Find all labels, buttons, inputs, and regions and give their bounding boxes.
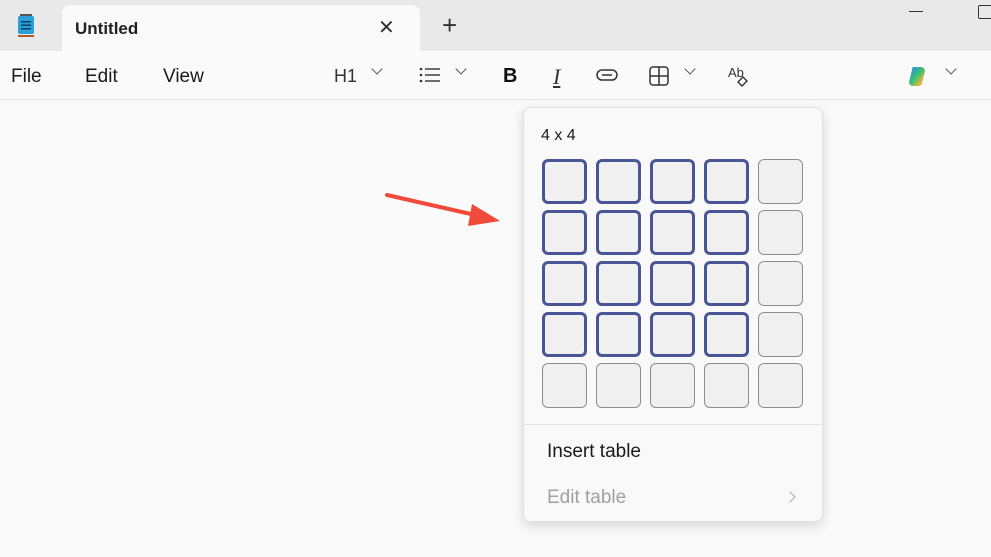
table-grid-cell[interactable] [758, 261, 803, 306]
table-grid-cell[interactable] [704, 210, 749, 255]
divider [524, 424, 822, 425]
table-grid-cell[interactable] [542, 210, 587, 255]
menu-edit[interactable]: Edit [85, 66, 118, 88]
insert-table-menu-item[interactable]: Insert table [547, 441, 641, 463]
bold-button[interactable]: B [503, 65, 517, 88]
heading-button[interactable]: H1 [334, 66, 357, 87]
chevron-down-icon[interactable] [684, 63, 696, 75]
edit-table-menu-item[interactable]: Edit table [547, 487, 626, 509]
table-picker-popup: 4 x 4 Insert table Edit table [523, 107, 823, 522]
table-grid-cell[interactable] [758, 210, 803, 255]
notepad-app-icon [18, 14, 34, 37]
minimize-icon[interactable] [909, 11, 923, 12]
table-grid-cell[interactable] [542, 312, 587, 357]
tab-title: Untitled [75, 19, 139, 38]
new-tab-button[interactable]: + [442, 12, 457, 38]
chevron-down-icon[interactable] [371, 63, 383, 75]
table-grid-cell[interactable] [542, 363, 587, 408]
chevron-down-icon[interactable] [455, 63, 467, 75]
table-grid-cell[interactable] [650, 363, 695, 408]
table-grid-cell[interactable] [758, 312, 803, 357]
table-grid-cell[interactable] [542, 261, 587, 306]
table-grid-cell[interactable] [596, 312, 641, 357]
menu-view[interactable]: View [163, 66, 204, 88]
table-size-label: 4 x 4 [541, 127, 576, 144]
table-grid-cell[interactable] [650, 159, 695, 204]
table-grid-cell[interactable] [596, 261, 641, 306]
table-grid-cell[interactable] [704, 363, 749, 408]
annotation-arrow [385, 193, 500, 226]
close-tab-icon[interactable]: ✕ [378, 15, 395, 40]
table-grid-cell[interactable] [542, 159, 587, 204]
table-grid-cell[interactable] [758, 159, 803, 204]
maximize-icon[interactable] [978, 5, 991, 19]
table-grid-cell[interactable] [650, 312, 695, 357]
table-grid-cell[interactable] [596, 159, 641, 204]
table-grid-cell[interactable] [596, 210, 641, 255]
table-grid-cell[interactable] [596, 363, 641, 408]
table-icon[interactable] [649, 66, 669, 86]
table-grid-cell[interactable] [704, 261, 749, 306]
copilot-icon[interactable] [906, 64, 930, 88]
table-grid-cell[interactable] [704, 159, 749, 204]
spellcheck-icon[interactable]: Ab [728, 64, 752, 88]
menu-file[interactable]: File [11, 66, 42, 88]
table-grid-cell[interactable] [758, 363, 803, 408]
link-icon[interactable] [596, 68, 618, 82]
table-grid-cell[interactable] [650, 210, 695, 255]
chevron-right-icon [784, 491, 796, 503]
list-icon[interactable] [419, 67, 441, 83]
table-grid-cell[interactable] [704, 312, 749, 357]
table-grid-cell[interactable] [650, 261, 695, 306]
menu-bar: File Edit View H1 B I Ab [0, 51, 991, 100]
tab-untitled[interactable]: Untitled ✕ [62, 5, 420, 51]
chevron-down-icon[interactable] [945, 63, 957, 75]
italic-button[interactable]: I [553, 64, 560, 90]
title-bar: Untitled ✕ + [0, 0, 991, 51]
